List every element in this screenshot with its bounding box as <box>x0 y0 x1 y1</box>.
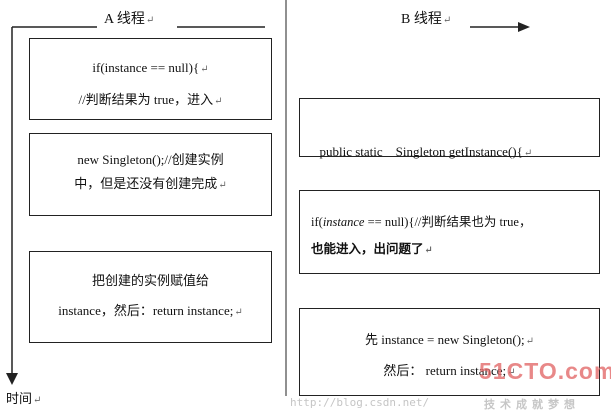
thread-a-title: A 线程↵ <box>104 12 155 27</box>
thread-b-step-2-line-1: if(instance == null){//判断结果也为 true， <box>311 215 532 229</box>
watermark-brand: 51CTO.com <box>479 358 611 384</box>
thread-a-step-3-line-1: 把创建的实例赋值给 <box>91 273 209 288</box>
watermark-slogan: 技术成就梦想 <box>484 398 580 411</box>
thread-a-step-2-line-1: new Singleton();//创建实例 <box>77 152 224 167</box>
thread-b-title: B 线程↵ <box>401 12 452 27</box>
thread-a-step-3-line-2: instance，然后：return instance;↵ <box>58 303 243 318</box>
time-axis-arrowhead <box>6 373 18 385</box>
thread-a-step-3: 把创建的实例赋值给 instance，然后：return instance;↵ <box>29 251 272 343</box>
thread-a-step-2: new Singleton();//创建实例 中，但是还没有创建完成↵ <box>29 133 272 216</box>
time-axis-label: 时间↵ <box>6 391 42 406</box>
thread-b-step-1-line-1: public static Singleton getInstance(){ <box>319 144 523 159</box>
thread-a-step-1-line-1: if(instance == null){↵ <box>92 60 209 75</box>
thread-b-step-1: public static Singleton getInstance(){↵ <box>299 98 600 159</box>
thread-b-step-2-line-2: 也能进入，出问题了↵ <box>311 242 433 256</box>
watermark-url: http://blog.csdn.net/ <box>290 396 430 409</box>
thread-a-step-2-line-2: 中，但是还没有创建完成↵ <box>74 176 227 191</box>
thread-b-step-3-line-1: 先 instance = new Singleton();↵ <box>364 332 535 347</box>
thread-a-step-1-line-2: //判断结果为 true，进入↵ <box>78 92 223 107</box>
thread-b-step-2: if(instance == null){//判断结果也为 true， 也能进入… <box>299 190 600 274</box>
thread-b-arrowhead <box>518 22 530 32</box>
thread-a-step-1: if(instance == null){↵ //判断结果为 true，进入↵ <box>29 38 272 120</box>
